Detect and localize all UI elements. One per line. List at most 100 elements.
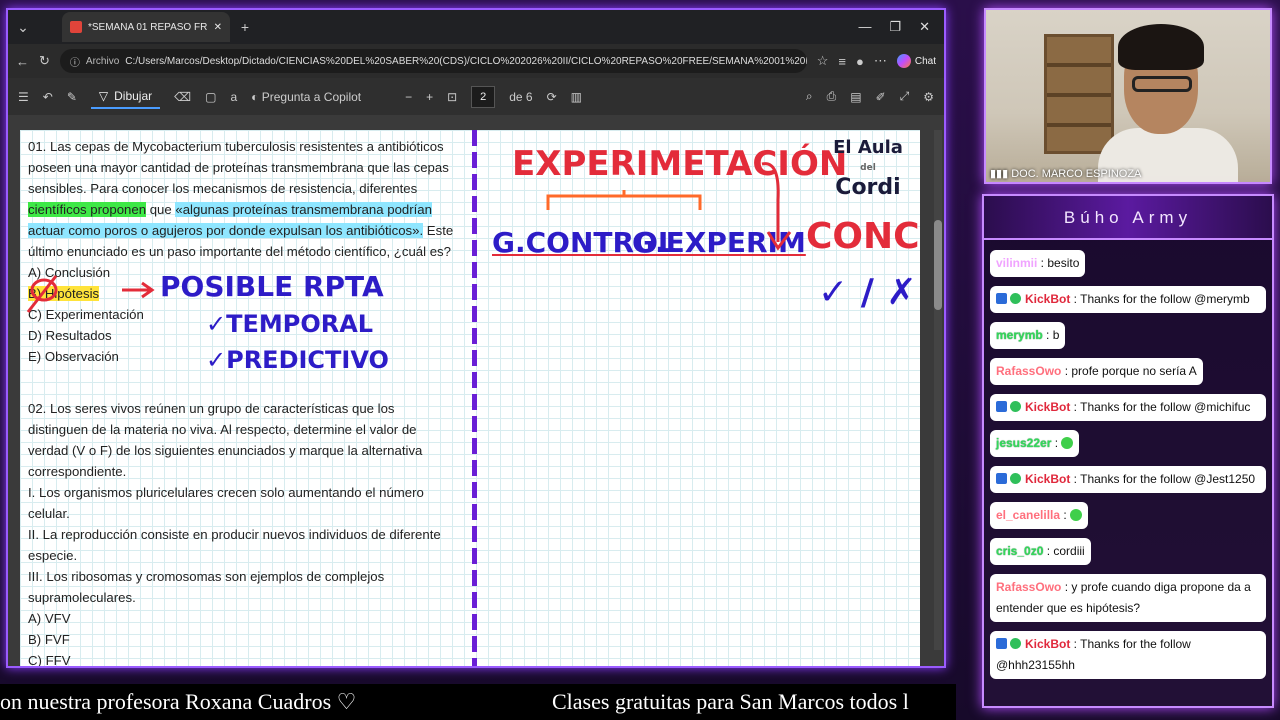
chat-text: : Thanks for the follow @merymb (1070, 292, 1250, 306)
print-icon[interactable]: ⎙ (827, 89, 837, 104)
settings-icon[interactable]: ⚙ (923, 90, 934, 104)
new-tab-button[interactable]: + (230, 19, 260, 35)
scrollbar[interactable] (934, 130, 942, 650)
q1-tail: Este (423, 223, 454, 238)
tab-title: *SEMANA 01 REPASO FREE - DOC (88, 21, 208, 33)
highlight-green: científicos proponen (28, 202, 147, 217)
q2-line: 02. Los seres vivos reúnen un grupo de c… (28, 401, 395, 416)
q2-line: verdad (V o F) de los siguientes enuncia… (28, 443, 423, 458)
highlight-cyan: actuar como poros o agujeros por donde e… (28, 223, 424, 238)
eraser-icon[interactable]: ⌫ (174, 90, 191, 104)
bot-badge-icon (996, 401, 1007, 412)
chat-username[interactable]: merymb (996, 328, 1043, 342)
undo-icon[interactable]: ↶ (43, 90, 53, 104)
restore-icon[interactable]: ❐ (889, 19, 901, 35)
profile-avatar[interactable]: ● (856, 54, 864, 69)
q2-option-c: C) FFV (28, 653, 71, 666)
chat-username[interactable]: cris_0z0 (996, 544, 1043, 558)
chat-text: : (1060, 508, 1067, 522)
scrollbar-thumb[interactable] (934, 220, 942, 310)
address-bar-row: ← ↻ ⓘ Archivo C:/Users/Marcos/Desktop/Di… (8, 44, 944, 78)
chat-username[interactable]: KickBot (1025, 637, 1070, 651)
chat-username[interactable]: RafassOwo (996, 364, 1061, 378)
star-icon[interactable]: ☆ (817, 53, 829, 69)
favorites-icon[interactable]: ≡ (838, 54, 846, 69)
chat-message: KickBot : Thanks for the follow @merymb (990, 286, 1266, 313)
q2-line: correspondiente. (28, 464, 127, 479)
chat-message: KickBot : Thanks for the follow @Jest125… (990, 466, 1266, 493)
q1-line: sensibles. Para conocer los mecanismos d… (28, 181, 418, 196)
tab-pdf[interactable]: *SEMANA 01 REPASO FREE - DOC ✕ (62, 12, 230, 42)
stream-layout: ⌄ *SEMANA 01 REPASO FREE - DOC ✕ + — ❐ ✕… (0, 0, 1280, 720)
bot-badge-icon (996, 293, 1007, 304)
tab-close-icon[interactable]: ✕ (214, 22, 222, 33)
pdf-file-icon (70, 21, 82, 33)
chat-username[interactable]: KickBot (1025, 400, 1070, 414)
more-icon[interactable]: ⋯ (874, 53, 887, 69)
tab-list-chevron-icon[interactable]: ⌄ (8, 19, 38, 36)
verified-icon (1010, 401, 1021, 412)
chat-message: jesus22er : (990, 430, 1080, 457)
webcam-label: ▮▮▮ DOC. MARCO ESPINOZA (990, 167, 1141, 180)
pdf-viewer[interactable]: 01. Las cepas de Mycobacterium tuberculo… (8, 116, 944, 666)
draw-button[interactable]: ▽ Dibujar (90, 85, 161, 109)
close-window-icon[interactable]: ✕ (919, 19, 930, 35)
contents-icon[interactable]: ☰ (18, 90, 29, 104)
page-number-input[interactable]: 2 (471, 85, 496, 108)
copilot-ask-label: Pregunta a Copilot (261, 89, 362, 104)
chat-text: : cordiii (1043, 544, 1085, 558)
address-bar[interactable]: ⓘ Archivo C:/Users/Marcos/Desktop/Dictad… (59, 49, 807, 73)
copilot-chat-button[interactable]: Chat (896, 54, 936, 68)
zoom-out-icon[interactable]: − (405, 90, 412, 104)
page-divider (472, 130, 477, 666)
chat-username[interactable]: KickBot (1025, 472, 1070, 486)
q2-option-b: B) FVF (28, 632, 70, 647)
chat-username[interactable]: RafassOwo (996, 580, 1061, 594)
emote-icon (1070, 509, 1083, 521)
verified-icon (1010, 293, 1021, 304)
minimize-icon[interactable]: — (858, 19, 871, 35)
bot-badge-icon (996, 638, 1007, 649)
draw-label: Dibujar (114, 88, 153, 103)
q2-line: III. Los ribosomas y cromosomas son ejem… (28, 569, 385, 584)
read-aloud-icon[interactable]: a (230, 90, 237, 104)
chat-text: : profe porque no sería A (1061, 364, 1197, 378)
q1-line: 01. Las cepas de Mycobacterium tuberculo… (28, 139, 444, 154)
text-icon[interactable]: ▢ (205, 90, 216, 104)
q2-line: celular. (28, 506, 70, 521)
fullscreen-icon[interactable]: ⤢ (900, 89, 910, 104)
pdf-page: 01. Las cepas de Mycobacterium tuberculo… (20, 130, 920, 666)
emote-icon (1061, 437, 1074, 449)
save-icon[interactable]: ▤ (850, 90, 861, 104)
rotate-icon[interactable]: ⟳ (547, 90, 557, 104)
page-view-icon[interactable]: ▥ (571, 90, 582, 104)
refresh-icon[interactable]: ↻ (39, 53, 50, 69)
q1-line: poseen una mayor cantidad de proteínas t… (28, 160, 449, 175)
webcam-label-text: DOC. MARCO ESPINOZA (1011, 168, 1142, 180)
chat-username[interactable]: jesus22er (996, 436, 1051, 450)
chat-message: cris_0z0 : cordiii (990, 538, 1091, 565)
highlight-icon[interactable]: ✎ (67, 90, 77, 104)
q1-que: que (146, 202, 176, 217)
window-controls: — ❐ ✕ (858, 19, 944, 35)
copilot-ask-button[interactable]: ◐ Pregunta a Copilot (251, 90, 361, 104)
chat-message: KickBot : Thanks for the follow @michifu… (990, 394, 1266, 421)
search-icon[interactable]: ⌕ (806, 89, 813, 104)
webcam-feed: ▮▮▮ DOC. MARCO ESPINOZA (984, 8, 1272, 184)
back-icon[interactable]: ← (16, 54, 29, 69)
q1-line: actuar como poros o agujeros por donde e… (28, 220, 462, 241)
bookshelf (1044, 34, 1114, 154)
ticker-text-left: on nuestra profesora Roxana Cuadros ♡ (0, 689, 357, 714)
chat-username[interactable]: vilinmii (996, 256, 1037, 270)
fit-page-icon[interactable]: ⊡ (447, 90, 457, 104)
chat-username[interactable]: KickBot (1025, 292, 1070, 306)
browser-window: ⌄ *SEMANA 01 REPASO FREE - DOC ✕ + — ❐ ✕… (6, 8, 946, 668)
verified-icon (1010, 473, 1021, 484)
copilot-icon (896, 54, 911, 68)
chat-panel: Búho Army vilinmii : besito KickBot : Tha… (982, 194, 1274, 708)
save-as-icon[interactable]: ✐ (876, 90, 886, 104)
chat-username[interactable]: el_canelilla (996, 508, 1060, 522)
zoom-in-icon[interactable]: + (426, 90, 433, 104)
chat-text: : (1051, 436, 1059, 450)
chat-label: Chat (914, 55, 936, 67)
